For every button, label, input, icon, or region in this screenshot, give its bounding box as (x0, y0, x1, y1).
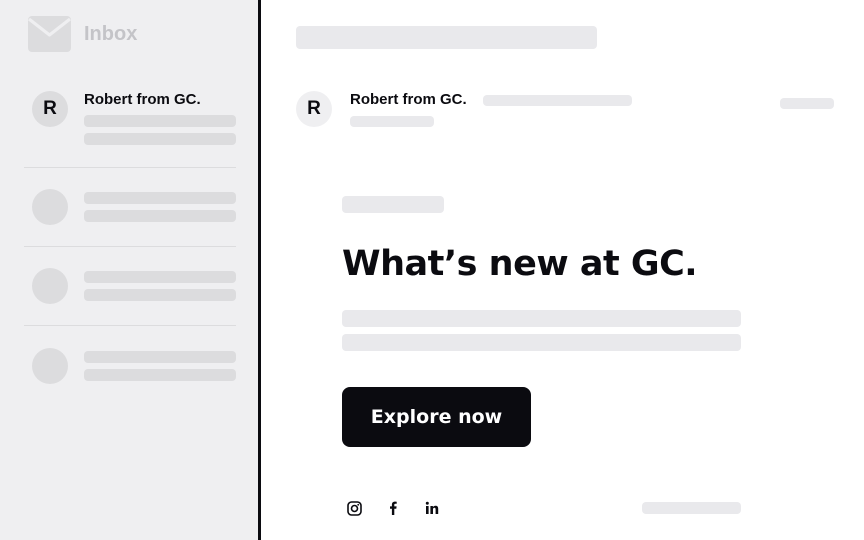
mail-item-active[interactable]: R Robert from GC. (24, 91, 236, 151)
footer-link-placeholder (642, 502, 741, 514)
logo-placeholder (342, 196, 444, 213)
mail-item-placeholder[interactable] (24, 189, 236, 225)
mail-item-placeholder[interactable] (24, 268, 236, 304)
email-headline: What’s new at GC. (342, 244, 698, 284)
sender-name: Robert from GC. (350, 91, 467, 108)
mail-item-placeholder-line (84, 351, 236, 363)
email-view: R Robert from GC. What’s new at GC. Expl… (261, 0, 864, 540)
list-divider (24, 325, 236, 326)
explore-now-button[interactable]: Explore now (342, 387, 531, 447)
mail-item-placeholder-line (84, 271, 236, 283)
avatar-placeholder (32, 268, 68, 304)
email-client: Inbox R Robert from GC. R Robert from GC… (0, 0, 864, 540)
inbox-title: Inbox (84, 22, 138, 45)
subject-placeholder (296, 26, 597, 49)
facebook-icon[interactable] (385, 500, 401, 516)
envelope-icon (28, 16, 71, 52)
recipient-placeholder (350, 116, 434, 127)
mail-item-preview-line (84, 115, 236, 127)
body-text-placeholder (342, 334, 741, 351)
linkedin-icon[interactable] (424, 500, 440, 516)
sender-avatar: R (296, 91, 332, 127)
inbox-header[interactable]: Inbox (28, 16, 137, 52)
mail-item-placeholder[interactable] (24, 348, 236, 384)
avatar-placeholder (32, 189, 68, 225)
mail-item-preview-line (84, 133, 236, 145)
avatar-placeholder (32, 348, 68, 384)
mail-item-placeholder-line (84, 369, 236, 381)
list-divider (24, 167, 236, 168)
inbox-sidebar: Inbox R Robert from GC. (0, 0, 258, 540)
sender-address-placeholder (483, 95, 632, 106)
list-divider (24, 246, 236, 247)
instagram-icon[interactable] (346, 500, 362, 516)
mail-item-placeholder-line (84, 289, 236, 301)
mail-item-placeholder-line (84, 192, 236, 204)
mail-item-placeholder-line (84, 210, 236, 222)
body-text-placeholder (342, 310, 741, 327)
mail-item-sender: Robert from GC. (84, 91, 201, 108)
avatar: R (32, 91, 68, 127)
date-placeholder (780, 98, 834, 109)
